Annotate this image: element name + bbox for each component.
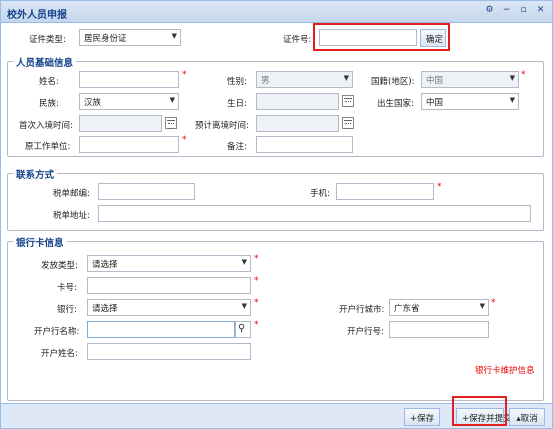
name-input[interactable] bbox=[79, 71, 179, 88]
branch-name-input[interactable] bbox=[87, 321, 235, 338]
window-title: 校外人员申报 bbox=[7, 10, 67, 21]
dropdown-arrow-icon: ▼ bbox=[479, 302, 485, 310]
dropdown-arrow-icon: ▼ bbox=[169, 96, 175, 104]
save-button[interactable]: +保存 bbox=[404, 408, 440, 426]
contact-section: 联系方式 bbox=[7, 167, 544, 231]
required-mark: * bbox=[491, 298, 496, 308]
id-type-label: 证件类型: bbox=[29, 35, 66, 45]
card-no-label: 卡号: bbox=[57, 283, 77, 293]
zip-input[interactable] bbox=[98, 183, 195, 200]
birthday-input[interactable] bbox=[256, 93, 339, 110]
city-value: 广东省 bbox=[394, 304, 420, 314]
save-label: 保存 bbox=[417, 414, 435, 424]
id-type-select[interactable]: 居民身份证 ▼ bbox=[79, 29, 181, 46]
dropdown-arrow-icon: ▼ bbox=[241, 258, 247, 266]
settings-icon[interactable]: ⚙ bbox=[484, 5, 495, 16]
holder-label: 开户姓名: bbox=[41, 349, 78, 359]
calendar-icon[interactable] bbox=[342, 95, 354, 107]
required-mark: * bbox=[254, 320, 259, 330]
city-select[interactable]: 广东省 ▼ bbox=[389, 299, 489, 316]
minimize-icon[interactable]: − bbox=[501, 5, 512, 16]
entry-time-input[interactable] bbox=[79, 115, 162, 132]
entry-time-label: 首次入境时间: bbox=[19, 121, 73, 131]
birth-country-select[interactable]: 中国 ▼ bbox=[421, 93, 519, 110]
gender-select[interactable]: 男 ▼ bbox=[256, 71, 353, 88]
footer-bar: +保存 +保存并提交 ▴取消 bbox=[1, 396, 552, 428]
close-icon[interactable]: ✕ bbox=[535, 5, 546, 16]
calendar-icon[interactable] bbox=[165, 117, 177, 129]
employer-input[interactable] bbox=[79, 136, 179, 153]
addr-input[interactable] bbox=[98, 205, 531, 222]
id-type-value: 居民身份证 bbox=[84, 34, 127, 44]
search-icon[interactable]: ⚲ bbox=[235, 321, 251, 338]
bank-legend: 银行卡信息 bbox=[13, 235, 67, 249]
required-mark: * bbox=[182, 135, 187, 145]
birth-country-value: 中国 bbox=[426, 98, 444, 108]
cancel-button[interactable]: ▴取消 bbox=[509, 408, 545, 426]
dropdown-arrow-icon: ▼ bbox=[343, 74, 349, 82]
nationality-value: 中国 bbox=[426, 76, 444, 86]
ethnic-label: 民族: bbox=[39, 99, 59, 109]
phone-input[interactable] bbox=[336, 183, 434, 200]
leave-time-input[interactable] bbox=[256, 115, 339, 132]
calendar-icon[interactable] bbox=[342, 117, 354, 129]
required-mark: * bbox=[437, 182, 442, 192]
issue-type-select[interactable]: 请选择 ▼ bbox=[87, 255, 251, 272]
nationality-label: 国籍(地区): bbox=[371, 77, 415, 87]
holder-input[interactable] bbox=[87, 343, 251, 360]
issue-type-value: 请选择 bbox=[92, 260, 118, 270]
maximize-icon[interactable]: ▫ bbox=[518, 5, 529, 16]
gender-label: 性别: bbox=[227, 77, 247, 87]
dropdown-arrow-icon: ▼ bbox=[509, 74, 515, 82]
birth-country-label: 出生国家: bbox=[377, 99, 414, 109]
required-mark: * bbox=[521, 70, 526, 80]
city-label: 开户行城市: bbox=[339, 305, 385, 315]
phone-label: 手机: bbox=[310, 189, 330, 199]
nationality-select[interactable]: 中国 ▼ bbox=[421, 71, 519, 88]
card-no-input[interactable] bbox=[87, 277, 251, 294]
id-no-label: 证件号: bbox=[283, 35, 312, 45]
ethnic-select[interactable]: 汉族 ▼ bbox=[79, 93, 179, 110]
branch-name-label: 开户行名称: bbox=[34, 327, 80, 337]
branch-no-label: 开户行号: bbox=[347, 327, 384, 337]
remark-input[interactable] bbox=[256, 136, 353, 153]
contact-legend: 联系方式 bbox=[13, 167, 58, 181]
leave-time-label: 预计离境时间: bbox=[195, 121, 249, 131]
dropdown-arrow-icon: ▼ bbox=[241, 302, 247, 310]
bank-maintain-link[interactable]: 银行卡维护信息 bbox=[475, 364, 535, 376]
required-mark: * bbox=[254, 254, 259, 264]
required-mark: * bbox=[254, 276, 259, 286]
name-label: 姓名: bbox=[39, 77, 59, 87]
title-bar[interactable]: 校外人员申报 ⚙ − ▫ ✕ bbox=[1, 1, 552, 23]
branch-no-input[interactable] bbox=[389, 321, 489, 338]
dropdown-arrow-icon: ▼ bbox=[171, 32, 177, 40]
cancel-label: 取消 bbox=[520, 414, 538, 424]
birthday-label: 生日: bbox=[227, 99, 247, 109]
required-mark: * bbox=[182, 70, 187, 80]
highlight-box bbox=[452, 396, 507, 426]
remark-label: 备注: bbox=[227, 142, 247, 152]
issue-type-label: 发放类型: bbox=[41, 261, 78, 271]
basic-info-legend: 人员基础信息 bbox=[13, 55, 77, 69]
dropdown-arrow-icon: ▼ bbox=[509, 96, 515, 104]
ethnic-value: 汉族 bbox=[84, 98, 102, 108]
form-body: 证件类型: 居民身份证 ▼ 证件号: 确定 人员基础信息 姓名: * 性别: 男 ▼… bbox=[1, 23, 552, 404]
employer-label: 原工作单位: bbox=[25, 142, 71, 152]
highlight-box bbox=[313, 23, 450, 51]
bank-label: 银行: bbox=[57, 305, 77, 315]
window-tools: ⚙ − ▫ ✕ bbox=[484, 5, 546, 16]
dialog-window: 校外人员申报 ⚙ − ▫ ✕ 证件类型: 居民身份证 ▼ 证件号: 确定 人员基础… bbox=[0, 0, 553, 429]
gender-value: 男 bbox=[261, 76, 270, 86]
bank-value: 请选择 bbox=[92, 304, 118, 314]
bank-select[interactable]: 请选择 ▼ bbox=[87, 299, 251, 316]
addr-label: 税单地址: bbox=[53, 211, 90, 221]
required-mark: * bbox=[254, 298, 259, 308]
zip-label: 税单邮编: bbox=[53, 189, 90, 199]
